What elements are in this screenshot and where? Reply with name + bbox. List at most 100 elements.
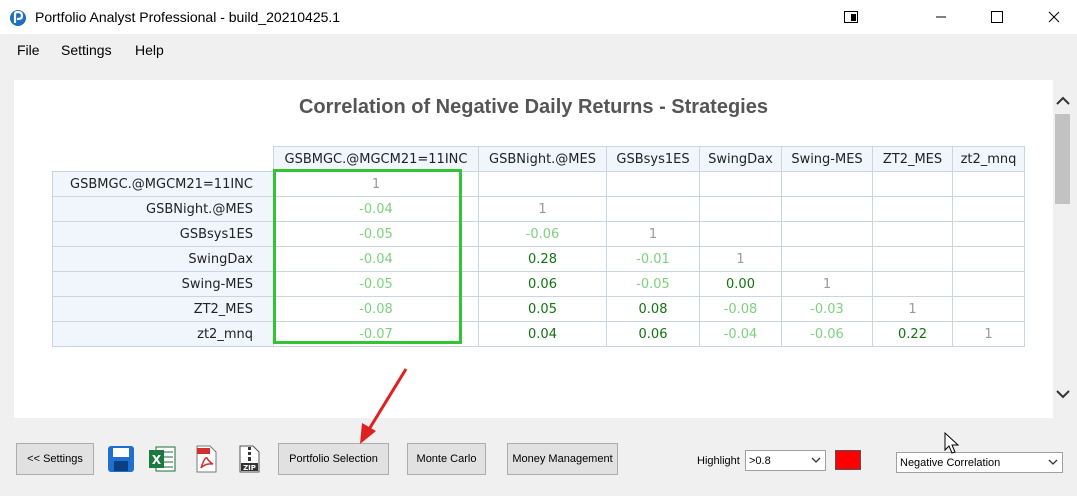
close-icon <box>1048 11 1060 23</box>
row-header: ZT2_MES <box>52 296 274 322</box>
table-cell <box>781 246 873 272</box>
maximize-button[interactable] <box>974 0 1020 34</box>
minimize-button[interactable] <box>918 0 964 34</box>
table-cell: -0.05 <box>273 221 479 247</box>
scroll-thumb[interactable] <box>1055 114 1070 204</box>
menu-bar: File Settings Help <box>0 34 1077 66</box>
table-row: ZT2_MES -0.08 0.05 0.08 -0.08 -0.03 1 <box>52 296 1025 322</box>
table-cell: 0.00 <box>699 271 782 297</box>
table-row: GSBMGC.@MGCM21=11INC 1 <box>52 171 1025 197</box>
table-cell: -0.07 <box>273 321 479 347</box>
table-cell: 1 <box>872 296 953 322</box>
table-cell: -0.08 <box>273 296 479 322</box>
column-header: SwingDax <box>699 146 782 172</box>
correlation-mode-select[interactable]: Negative Correlation <box>896 452 1063 473</box>
table-cell: 1 <box>273 171 479 197</box>
chevron-down-icon <box>1055 389 1070 398</box>
table-cell: 0.05 <box>478 296 607 322</box>
app-logo-icon <box>10 10 26 26</box>
table-header-row: GSBMGC.@MGCM21=11INC GSBNight.@MES GSBsy… <box>52 146 1025 172</box>
back-to-settings-button[interactable]: << Settings <box>16 443 94 475</box>
table-row: Swing-MES -0.05 0.06 -0.05 0.00 1 <box>52 271 1025 297</box>
chevron-down-icon <box>811 457 821 463</box>
table-cell <box>781 221 873 247</box>
table-cell: -0.04 <box>699 321 782 347</box>
monte-carlo-button[interactable]: Monte Carlo <box>407 443 486 475</box>
vertical-scrollbar[interactable] <box>1053 80 1072 418</box>
snap-layout-button[interactable] <box>828 0 874 34</box>
money-management-button[interactable]: Money Management <box>507 443 618 475</box>
table-cell: -0.06 <box>478 221 607 247</box>
save-icon <box>108 446 134 472</box>
row-header: SwingDax <box>52 246 274 272</box>
table-cell <box>872 246 953 272</box>
row-header: Swing-MES <box>52 271 274 297</box>
column-header: ZT2_MES <box>872 146 953 172</box>
table-cell <box>606 196 700 222</box>
zip-icon: ZIP <box>239 445 260 473</box>
svg-text:ZIP: ZIP <box>243 464 256 472</box>
export-zip-button[interactable]: ZIP <box>233 443 265 475</box>
row-header: GSBsys1ES <box>52 221 274 247</box>
menu-file[interactable]: File <box>17 42 40 58</box>
highlight-label: Highlight <box>697 455 740 467</box>
table-row: SwingDax -0.04 0.28 -0.01 1 <box>52 246 1025 272</box>
save-button[interactable] <box>105 443 137 475</box>
table-cell: -0.05 <box>606 271 700 297</box>
window-title: Portfolio Analyst Professional - build_2… <box>35 9 341 25</box>
portfolio-selection-button[interactable]: Portfolio Selection <box>278 443 389 475</box>
table-cell <box>699 196 782 222</box>
svg-text:X: X <box>152 453 162 467</box>
table-cell: 0.06 <box>606 321 700 347</box>
excel-icon: X <box>149 446 176 472</box>
table-cell <box>781 171 873 197</box>
table-cell <box>952 196 1025 222</box>
scroll-down-button[interactable] <box>1053 386 1072 402</box>
table-cell: 1 <box>952 321 1025 347</box>
export-excel-button[interactable]: X <box>146 443 178 475</box>
menu-settings[interactable]: Settings <box>61 42 112 58</box>
table-cell: -0.08 <box>699 296 782 322</box>
correlation-mode-value: Negative Correlation <box>900 456 1001 469</box>
chevron-up-icon <box>1055 96 1070 105</box>
table-cell <box>952 171 1025 197</box>
highlight-color-swatch[interactable] <box>835 450 861 470</box>
table-cell: -0.05 <box>273 271 479 297</box>
table-cell: -0.04 <box>273 196 479 222</box>
menu-help[interactable]: Help <box>135 42 164 58</box>
snap-layout-icon <box>844 11 858 23</box>
table-row: GSBNight.@MES -0.04 1 <box>52 196 1025 222</box>
column-header: Swing-MES <box>781 146 873 172</box>
table-cell <box>478 171 607 197</box>
table-cell: 0.08 <box>606 296 700 322</box>
row-header: GSBMGC.@MGCM21=11INC <box>52 171 274 197</box>
row-header: GSBNight.@MES <box>52 196 274 222</box>
report-panel: Correlation of Negative Daily Returns - … <box>14 80 1053 418</box>
table-cell <box>872 271 953 297</box>
close-button[interactable] <box>1031 0 1077 34</box>
table-cell: -0.04 <box>273 246 479 272</box>
column-header: zt2_mnq <box>952 146 1025 172</box>
table-cell: -0.01 <box>606 246 700 272</box>
table-cell <box>699 221 782 247</box>
annotation-arrow-icon <box>360 368 408 444</box>
table-cell <box>952 246 1025 272</box>
table-cell <box>952 271 1025 297</box>
export-pdf-button[interactable] <box>190 443 222 475</box>
table-cell: 0.06 <box>478 271 607 297</box>
table-row: zt2_mnq -0.07 0.04 0.06 -0.04 -0.06 0.22 1 <box>52 321 1025 347</box>
table-cell: 0.28 <box>478 246 607 272</box>
table-cell: -0.03 <box>781 296 873 322</box>
table-corner <box>52 146 274 172</box>
table-cell <box>781 196 873 222</box>
table-cell <box>606 171 700 197</box>
table-row: GSBsys1ES -0.05 -0.06 1 <box>52 221 1025 247</box>
table-cell: 1 <box>606 221 700 247</box>
table-cell <box>952 296 1025 322</box>
table-cell: -0.06 <box>781 321 873 347</box>
scroll-up-button[interactable] <box>1053 92 1072 108</box>
correlation-table: GSBMGC.@MGCM21=11INC GSBNight.@MES GSBsy… <box>52 146 1025 347</box>
title-bar: Portfolio Analyst Professional - build_2… <box>0 0 1077 34</box>
table-cell: 1 <box>781 271 873 297</box>
highlight-threshold-select[interactable]: >0.8 <box>745 450 826 471</box>
